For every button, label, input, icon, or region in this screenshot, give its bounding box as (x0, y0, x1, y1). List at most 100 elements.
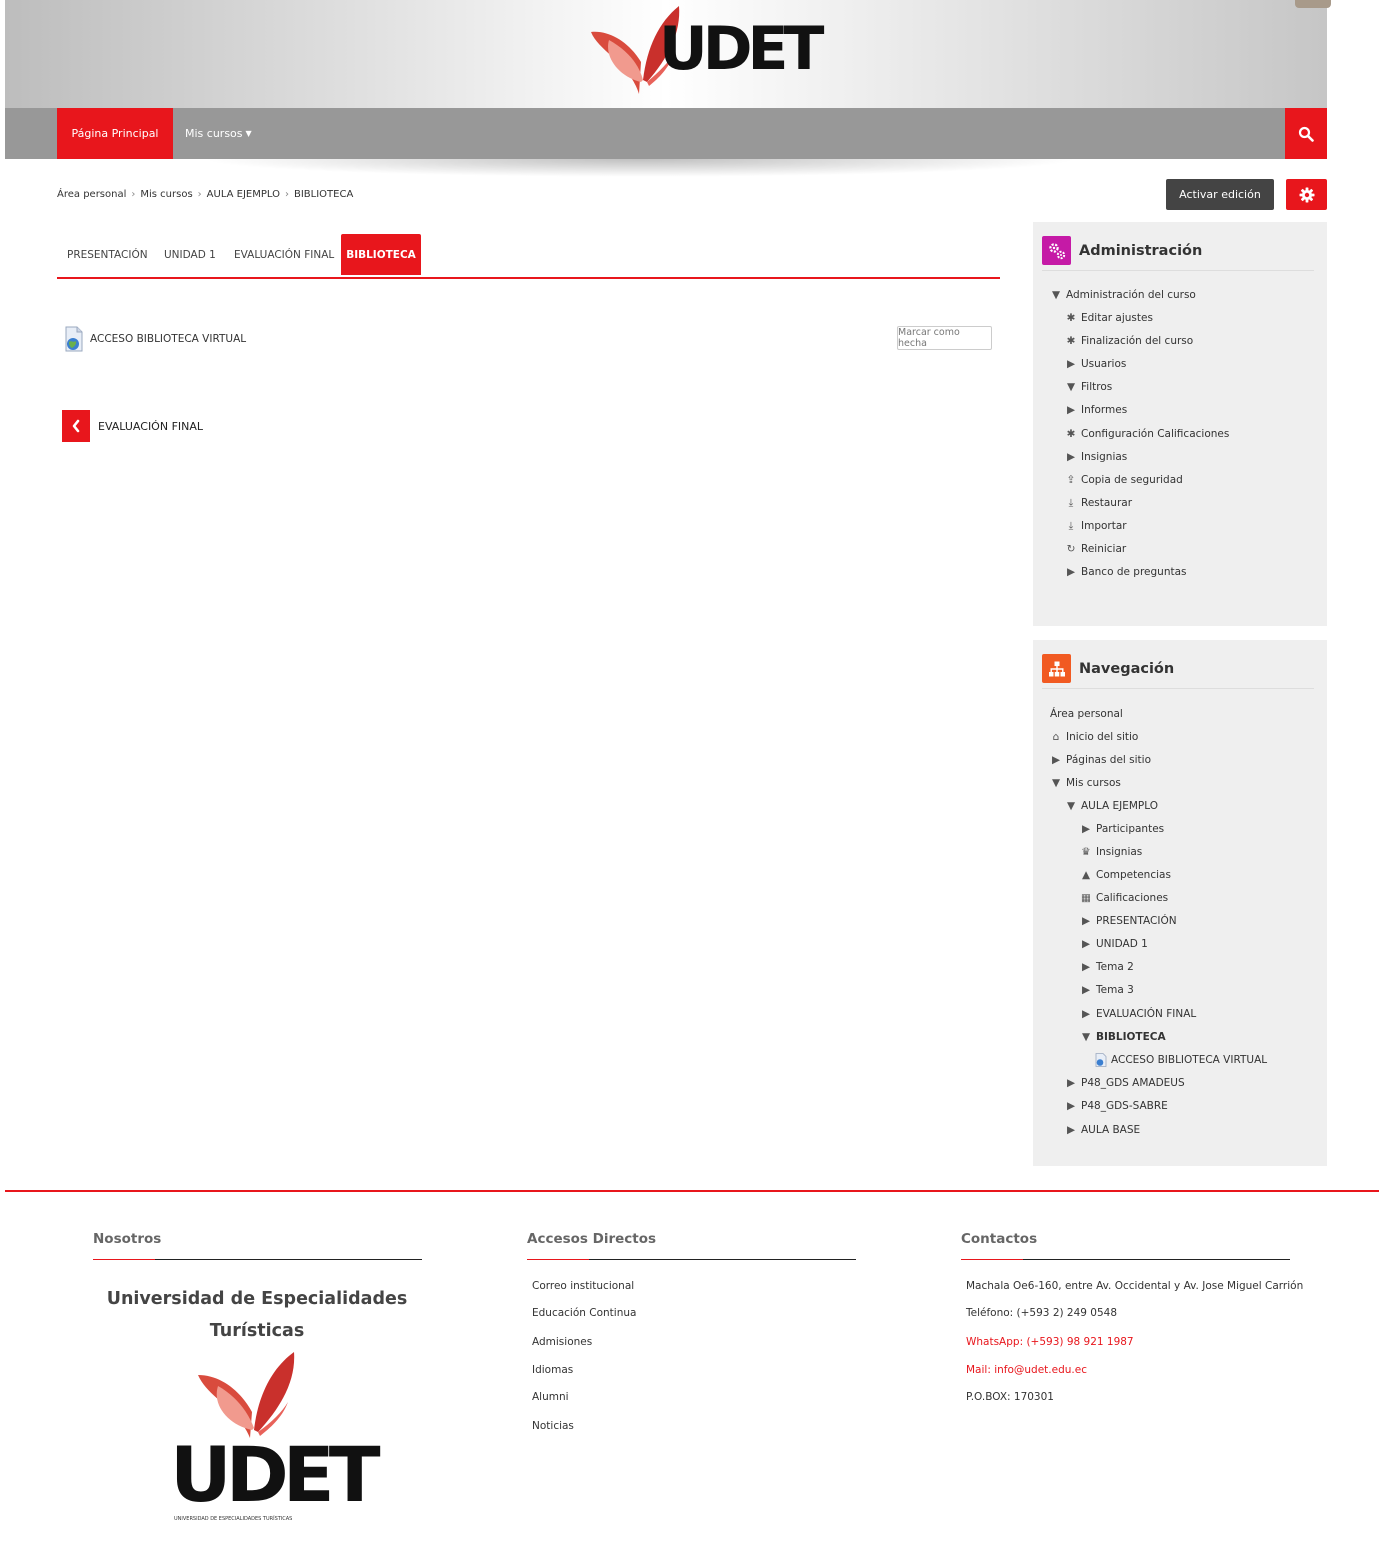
tree-item-label: BIBLIOTECA (1096, 1031, 1166, 1043)
contact-whatsapp[interactable]: WhatsApp: (+593) 98 921 1987 (966, 1336, 1134, 1348)
home-icon: ⌂ (1052, 731, 1060, 743)
tree-item[interactable]: ▶ P48_GDS-SABRE (1065, 1100, 1168, 1112)
footer-link[interactable]: Idiomas (532, 1364, 573, 1376)
tree-item[interactable]: ▶ Páginas del sitio (1050, 754, 1151, 766)
tree-item[interactable]: ▦ Calificaciones (1080, 892, 1168, 904)
footer-link[interactable]: Correo institucional (532, 1280, 634, 1292)
nav-my-courses-dropdown[interactable]: Mis cursos ▼ (185, 108, 252, 159)
previous-section-button[interactable] (62, 410, 90, 442)
tree-item[interactable]: ▶ Tema 3 (1080, 984, 1134, 996)
breadcrumb-item[interactable]: BIBLIOTECA (294, 189, 353, 200)
nav-home-link[interactable]: Página Principal (57, 108, 173, 159)
tree-item[interactable]: ⇪ Copia de seguridad (1065, 474, 1183, 486)
tree-item-label: Copia de seguridad (1081, 474, 1183, 486)
footer-link[interactable]: Alumni (532, 1391, 569, 1403)
tree-item-label: Insignias (1081, 451, 1128, 463)
triangle-right-icon: ▶ (1066, 1124, 1076, 1136)
tab-presentacion[interactable]: PRESENTACIÓN (67, 234, 148, 275)
tree-item[interactable]: ✱ Editar ajustes (1065, 312, 1153, 324)
tree-item[interactable]: ▶ Participantes (1080, 823, 1164, 835)
previous-section-nav[interactable]: EVALUACIÓN FINAL (62, 410, 203, 442)
footer-link[interactable]: Noticias (532, 1420, 574, 1432)
tree-item[interactable]: ▶ Banco de preguntas (1065, 566, 1187, 578)
avatar[interactable] (1295, 0, 1331, 8)
tree-item[interactable]: ▶ Insignias (1065, 451, 1127, 463)
tree-item[interactable]: ACCESO BIBLIOTECA VIRTUAL (1095, 1053, 1267, 1067)
trophy-icon: ♛ (1081, 846, 1091, 858)
footer-link[interactable]: Admisiones (532, 1336, 592, 1348)
settings-button[interactable] (1286, 179, 1327, 210)
udet-logo[interactable]: UDET (589, 2, 824, 98)
triangle-down-icon: ▼ (1081, 1031, 1091, 1043)
tab-evaluacion-final[interactable]: EVALUACIÓN FINAL (234, 234, 334, 275)
footer-accesos-title: Accesos Directos (527, 1231, 657, 1247)
tree-item-label: Páginas del sitio (1066, 754, 1151, 766)
triangle-right-icon: ▶ (1066, 566, 1076, 578)
tree-item[interactable]: ✱ Configuración Calificaciones (1065, 428, 1230, 440)
tree-item[interactable]: ▶ EVALUACIÓN FINAL (1080, 1008, 1196, 1020)
tree-item[interactable]: ▶ Tema 2 (1080, 961, 1134, 973)
upload-icon: ⇪ (1066, 474, 1076, 486)
contact-pobox: P.O.BOX: 170301 (966, 1391, 1054, 1403)
tree-item[interactable]: ▶ Informes (1065, 404, 1127, 416)
breadcrumb-item[interactable]: AULA EJEMPLO (207, 189, 280, 200)
footer-divider (5, 1190, 1379, 1192)
triangle-down-icon: ▼ (1051, 777, 1061, 789)
tab-unidad-1[interactable]: UNIDAD 1 (164, 234, 216, 275)
mark-as-done-button[interactable]: Marcar como hecha (897, 326, 992, 350)
url-resource-icon (65, 326, 83, 352)
breadcrumb-item[interactable]: Mis cursos (140, 189, 192, 200)
tree-item-label: Tema 2 (1096, 961, 1134, 973)
activity-link[interactable]: ACCESO BIBLIOTECA VIRTUAL (90, 333, 246, 345)
tree-item[interactable]: ⌂ Inicio del sitio (1050, 731, 1139, 743)
breadcrumb-item[interactable]: Área personal (57, 189, 126, 200)
tree-item[interactable]: ▼ Mis cursos (1050, 777, 1121, 789)
activity-row: ACCESO BIBLIOTECA VIRTUAL (64, 326, 246, 352)
tab-biblioteca[interactable]: BIBLIOTECA (341, 234, 421, 275)
tree-item[interactable]: Área personal (1050, 708, 1123, 720)
main-navbar: Página Principal Mis cursos ▼ (5, 108, 1327, 159)
triangle-right-icon: ▶ (1066, 451, 1076, 463)
admin-block-title: Administración (1079, 242, 1203, 259)
tree-item[interactable]: ♛ Insignias (1080, 846, 1142, 858)
download-icon: ⤓ (1068, 519, 1074, 532)
enable-editing-button[interactable]: Activar edición (1166, 179, 1274, 210)
tree-item[interactable]: ▼ BIBLIOTECA (1080, 1031, 1166, 1043)
previous-section-label[interactable]: EVALUACIÓN FINAL (98, 420, 203, 433)
tree-item[interactable]: ⤓ Importar (1065, 519, 1127, 533)
cogs-icon (1042, 236, 1071, 265)
tree-item-label: Administración del curso (1066, 289, 1196, 301)
gear-icon: ✱ (1066, 335, 1076, 347)
footer-divider (93, 1259, 422, 1260)
butterfly-logo-icon (198, 1352, 295, 1438)
footer-link[interactable]: Educación Continua (532, 1307, 636, 1319)
tree-item-label: Importar (1081, 520, 1127, 532)
navigation-block-title: Navegación (1079, 660, 1175, 677)
tree-item[interactable]: ▶ UNIDAD 1 (1080, 938, 1148, 950)
tree-item-label: Área personal (1050, 708, 1123, 720)
footer-divider (527, 1259, 856, 1260)
tree-item[interactable]: ▶ PRESENTACIÓN (1080, 915, 1177, 927)
chevron-left-icon (72, 419, 80, 433)
tree-item[interactable]: ↻ Reiniciar (1065, 543, 1127, 555)
url-resource-icon (1095, 1053, 1107, 1067)
tree-item[interactable]: ✱ Finalización del curso (1065, 335, 1194, 347)
triangle-right-icon: ▶ (1081, 938, 1091, 950)
gear-icon (1299, 187, 1314, 202)
footer-nosotros-title: Nosotros (93, 1231, 162, 1247)
tree-item[interactable]: ▶ AULA BASE (1065, 1124, 1140, 1136)
tree-item[interactable]: ▶ P48_GDS AMADEUS (1065, 1077, 1185, 1089)
breadcrumb-separator: › (131, 189, 136, 200)
tree-item[interactable]: ▼ AULA EJEMPLO (1065, 800, 1158, 812)
tree-item[interactable]: ▶ Usuarios (1065, 358, 1126, 370)
tree-item-label: Usuarios (1081, 358, 1127, 370)
triangle-down-icon: ▼ (1051, 289, 1061, 301)
contact-mail[interactable]: Mail: info@udet.edu.ec (966, 1364, 1087, 1376)
tree-item[interactable]: ▼ Administración del curso (1050, 289, 1196, 301)
search-button[interactable] (1285, 108, 1327, 159)
tree-item-label: AULA EJEMPLO (1081, 800, 1158, 812)
tree-item-label: Editar ajustes (1081, 312, 1153, 324)
tree-item[interactable]: ▲ Competencias (1080, 869, 1171, 881)
tree-item[interactable]: ▼ Filtros (1065, 381, 1112, 393)
tree-item[interactable]: ⤓ Restaurar (1065, 497, 1132, 510)
